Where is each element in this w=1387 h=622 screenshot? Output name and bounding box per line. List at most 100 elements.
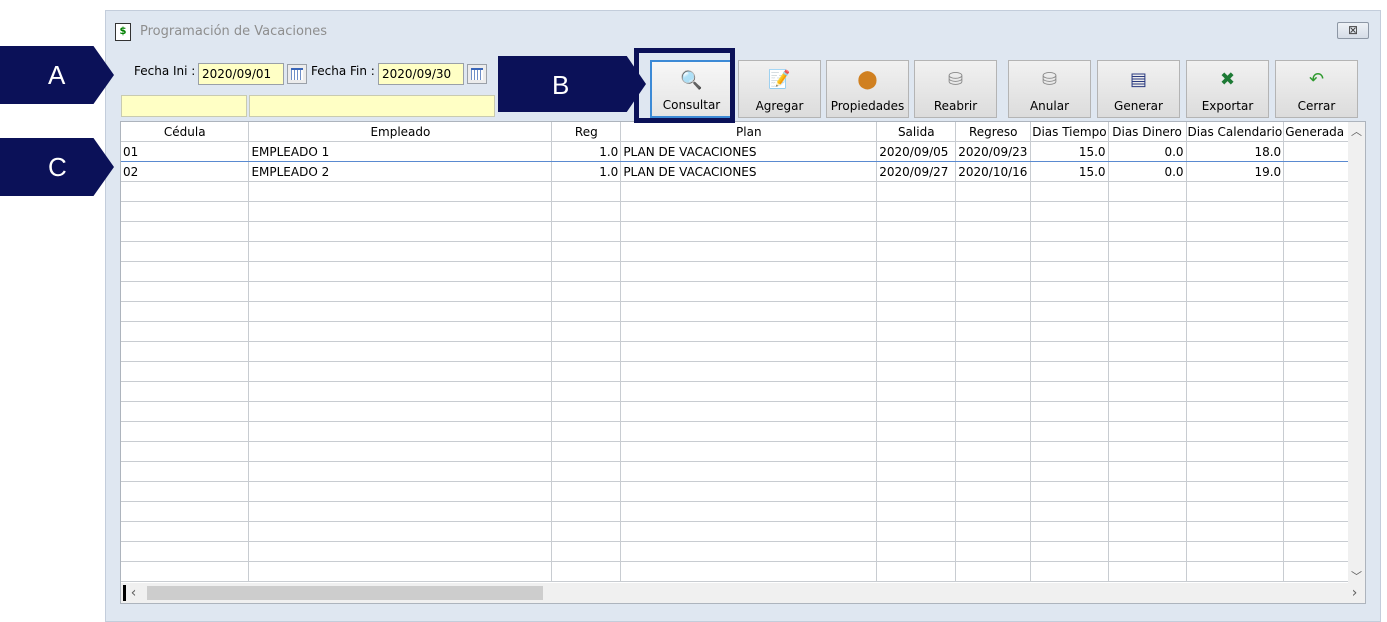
table-row[interactable] (121, 201, 1365, 222)
empleado-filter-input[interactable] (249, 95, 495, 117)
vertical-scrollbar[interactable]: ︿ ﹀ (1348, 122, 1365, 585)
table-cell (121, 261, 250, 282)
horizontal-scrollbar[interactable]: ‹ › (121, 583, 1365, 603)
table-row[interactable] (121, 441, 1365, 462)
table-cell (551, 301, 622, 322)
table-row[interactable] (121, 521, 1365, 542)
table-row[interactable] (121, 481, 1365, 502)
table-row[interactable] (121, 281, 1365, 302)
table-row[interactable] (121, 541, 1365, 562)
table-cell (1030, 361, 1109, 382)
fecha-ini-calendar-icon[interactable] (287, 64, 307, 84)
table-cell (248, 441, 553, 462)
table-row[interactable] (121, 321, 1365, 342)
anular-button[interactable]: ⛁ Anular (1008, 60, 1091, 118)
table-cell (1108, 341, 1187, 362)
table-cell (1030, 381, 1109, 402)
column-header[interactable]: Dias Tiempo (1030, 122, 1109, 142)
table-cell (121, 341, 250, 362)
cerrar-button[interactable]: ↶ Cerrar (1275, 60, 1358, 118)
table-cell (551, 241, 622, 262)
table-cell: 2020/09/05 (876, 141, 957, 162)
close-window-button[interactable]: ⊠ (1337, 22, 1369, 39)
table-row[interactable] (121, 221, 1365, 242)
table-cell (955, 181, 1032, 202)
table-cell (876, 441, 957, 462)
column-header[interactable]: Empleado (248, 122, 553, 142)
table-cell (1186, 281, 1285, 302)
table-cell (1030, 501, 1109, 522)
table-row[interactable] (121, 501, 1365, 522)
table-row[interactable] (121, 421, 1365, 442)
table-cell (121, 541, 250, 562)
table-cell (551, 401, 622, 422)
table-cell (620, 441, 878, 462)
table-row[interactable] (121, 361, 1365, 382)
table-cell (620, 261, 878, 282)
table-row[interactable] (121, 381, 1365, 402)
table-cell (876, 541, 957, 562)
table-cell (248, 281, 553, 302)
table-cell (1030, 401, 1109, 422)
table-cell (121, 281, 250, 302)
fecha-fin-input[interactable] (378, 63, 464, 85)
table-cell (1108, 481, 1187, 502)
exportar-label: Exportar (1201, 99, 1254, 113)
fecha-fin-calendar-icon[interactable] (467, 64, 487, 84)
table-cell (248, 461, 553, 482)
fecha-ini-input[interactable] (198, 63, 284, 85)
table-cell (1030, 561, 1109, 582)
table-cell (1030, 201, 1109, 222)
table-cell (121, 401, 250, 422)
table-row[interactable] (121, 341, 1365, 362)
table-row[interactable] (121, 301, 1365, 322)
table-row[interactable] (121, 561, 1365, 582)
reopen-icon: ⛁ (947, 69, 964, 90)
new-document-icon: 📝 (768, 69, 791, 90)
exportar-button[interactable]: ✖ Exportar (1186, 60, 1269, 118)
table-cell (1186, 241, 1285, 262)
table-row[interactable]: 01 EMPLEADO 1 1.0 PLAN DE VACACIONES 2020/09… (121, 141, 1365, 162)
table-cell (121, 241, 250, 262)
column-header[interactable]: Regreso (955, 122, 1032, 142)
table-cell (1186, 221, 1285, 242)
table-cell (248, 241, 553, 262)
generar-button[interactable]: ▤ Generar (1097, 60, 1180, 118)
table-cell (248, 321, 553, 342)
table-cell (955, 401, 1032, 422)
propiedades-button[interactable]: ⬤ Propiedades (826, 60, 909, 118)
horizontal-scroll-thumb[interactable] (147, 586, 543, 600)
table-cell (620, 421, 878, 442)
table-cell (248, 221, 553, 242)
table-cell (955, 441, 1032, 462)
scroll-right-icon[interactable]: › (1346, 583, 1363, 603)
table-cell: 01 (121, 141, 250, 162)
table-row[interactable] (121, 181, 1365, 202)
table-cell (551, 381, 622, 402)
table-cell (876, 221, 957, 242)
scroll-up-icon[interactable]: ︿ (1348, 123, 1365, 140)
table-row[interactable] (121, 261, 1365, 282)
table-row[interactable]: 02 EMPLEADO 2 1.0 PLAN DE VACACIONES 2020/09… (121, 161, 1365, 182)
table-cell (955, 541, 1032, 562)
table-cell (620, 561, 878, 582)
column-header[interactable]: Plan (620, 122, 878, 142)
table-cell (620, 281, 878, 302)
column-header[interactable]: Salida (876, 122, 957, 142)
column-header[interactable]: Dias Calendario (1186, 122, 1285, 142)
table-cell (955, 521, 1032, 542)
cedula-filter-input[interactable] (121, 95, 247, 117)
column-header[interactable]: Cédula (121, 122, 250, 142)
table-cell (955, 481, 1032, 502)
table-row[interactable] (121, 241, 1365, 262)
column-header[interactable]: Dias Dinero (1108, 122, 1187, 142)
agregar-button[interactable]: 📝 Agregar (738, 60, 821, 118)
table-cell (620, 401, 878, 422)
table-row[interactable] (121, 461, 1365, 482)
column-header[interactable]: Reg (551, 122, 622, 142)
scroll-left-icon[interactable]: ‹ (125, 583, 142, 603)
table-cell (248, 201, 553, 222)
table-cell (1108, 421, 1187, 442)
table-row[interactable] (121, 401, 1365, 422)
reabrir-button[interactable]: ⛁ Reabrir (914, 60, 997, 118)
